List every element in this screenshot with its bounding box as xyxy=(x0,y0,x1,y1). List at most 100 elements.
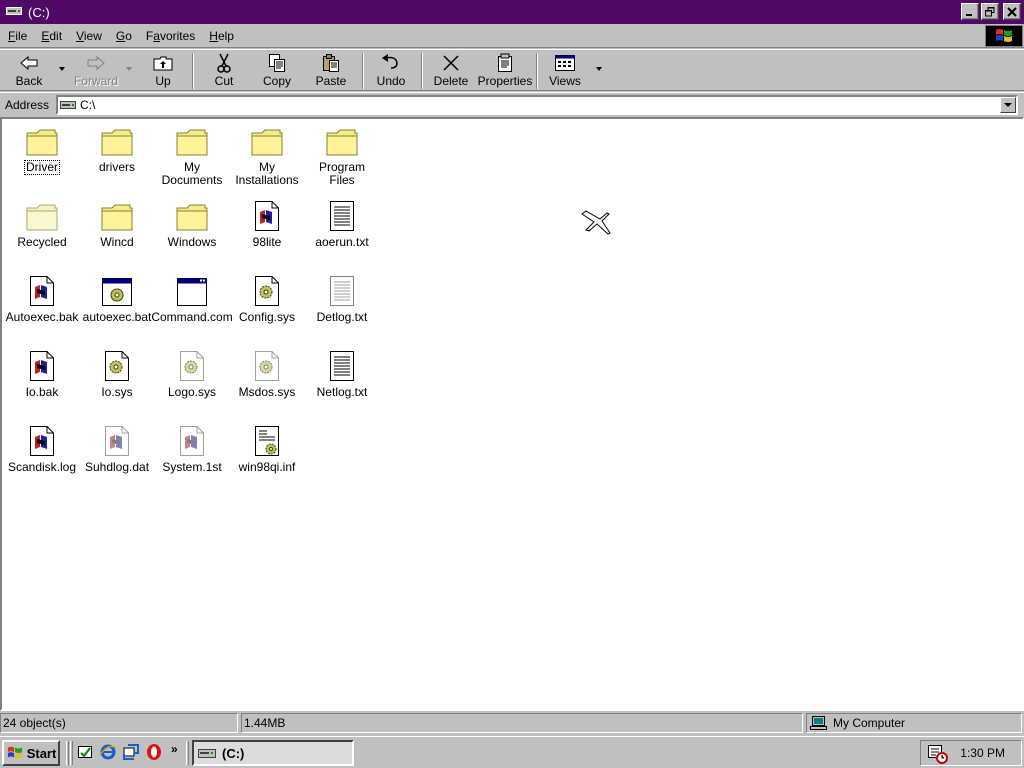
address-bar: Address C:\ xyxy=(0,92,1024,116)
file-item-detlog-txt[interactable]: Detlog.txt xyxy=(304,271,380,324)
quick-launch-more-icon[interactable]: » xyxy=(171,742,178,756)
copy-icon xyxy=(269,54,285,72)
toolbar: Back Forward Up Cut Copy Paste Undo Dele… xyxy=(0,49,1024,91)
system-tray: 1:30 PM xyxy=(920,740,1022,766)
menu-file[interactable]: File xyxy=(2,29,33,43)
back-dropdown[interactable] xyxy=(59,67,65,71)
paste-button[interactable]: Paste xyxy=(308,52,354,90)
system-file-icon xyxy=(254,271,280,307)
internet-explorer-icon[interactable] xyxy=(99,743,117,761)
restore-button[interactable] xyxy=(981,3,999,20)
back-button[interactable]: Back xyxy=(8,52,50,90)
windows-flag-icon xyxy=(996,29,1012,42)
windows-logo xyxy=(985,25,1023,47)
menu-edit[interactable]: Edit xyxy=(35,29,68,43)
windows-file-icon xyxy=(29,346,55,382)
taskbar: Start » (C:) 1:30 PM xyxy=(0,736,1024,768)
file-item-my-installations[interactable]: My Installations xyxy=(229,121,305,187)
scheduled-task-icon[interactable] xyxy=(927,743,949,768)
up-folder-icon xyxy=(153,56,173,71)
forward-button[interactable]: Forward xyxy=(72,52,120,90)
folder-icon xyxy=(175,121,209,157)
views-icon xyxy=(555,55,575,71)
opera-browser-icon[interactable] xyxy=(145,743,163,761)
file-item-config-sys[interactable]: Config.sys xyxy=(229,271,305,324)
close-icon xyxy=(1007,6,1017,17)
file-item-scandisk-log[interactable]: Scandisk.log xyxy=(4,421,80,474)
windows-file-icon xyxy=(254,196,280,232)
toolbar-separator xyxy=(362,53,364,89)
undo-icon xyxy=(382,54,398,69)
forward-dropdown[interactable] xyxy=(126,67,132,71)
menu-view[interactable]: View xyxy=(70,29,108,43)
file-item-logo-sys[interactable]: Logo.sys xyxy=(154,346,230,399)
system-file-icon xyxy=(179,346,205,382)
file-list-view[interactable]: Driver drivers My Documents My Installat… xyxy=(0,117,1024,711)
views-dropdown[interactable] xyxy=(596,67,602,71)
file-item-system-1st[interactable]: System.1st xyxy=(154,421,230,474)
delete-button[interactable]: Delete xyxy=(430,52,472,90)
taskbar-separator xyxy=(186,741,189,765)
status-zone: My Computer xyxy=(806,713,1022,733)
file-item-msdos-sys[interactable]: Msdos.sys xyxy=(229,346,305,399)
undo-button[interactable]: Undo xyxy=(370,52,412,90)
start-button[interactable]: Start xyxy=(2,740,60,766)
file-item-aoerun-txt[interactable]: aoerun.txt xyxy=(304,196,380,249)
file-item-my-documents[interactable]: My Documents xyxy=(154,121,230,187)
windows-file-icon xyxy=(104,421,130,457)
properties-button[interactable]: Properties xyxy=(478,52,532,90)
file-item-windows[interactable]: Windows xyxy=(154,196,230,249)
file-item-recycled[interactable]: Recycled xyxy=(4,196,80,249)
quick-launch-handle[interactable] xyxy=(70,741,73,765)
menu-go[interactable]: Go xyxy=(110,29,138,43)
text-file-icon xyxy=(329,196,355,232)
file-item-autoexec-bak[interactable]: Autoexec.bak xyxy=(4,271,80,324)
file-item-program-files[interactable]: Program Files xyxy=(304,121,380,187)
windows-file-icon xyxy=(29,271,55,307)
address-dropdown-button[interactable] xyxy=(1000,97,1016,113)
copy-button[interactable]: Copy xyxy=(256,52,298,90)
menu-bar: File Edit View Go Favorites Help xyxy=(0,24,1024,48)
show-desktop-icon[interactable] xyxy=(76,743,94,761)
window-title: (C:) xyxy=(28,4,50,20)
address-value: C:\ xyxy=(80,98,96,112)
status-object-count: 24 object(s) xyxy=(0,713,238,733)
folder-icon xyxy=(100,196,134,232)
address-input[interactable]: C:\ xyxy=(56,95,1018,115)
file-item-netlog-txt[interactable]: Netlog.txt xyxy=(304,346,380,399)
text-file-icon xyxy=(329,346,355,382)
file-item-io-bak[interactable]: Io.bak xyxy=(4,346,80,399)
file-item-win98qi-inf[interactable]: win98qi.inf xyxy=(229,421,305,474)
file-item-98lite[interactable]: 98lite xyxy=(229,196,305,249)
menu-help[interactable]: Help xyxy=(203,29,240,43)
scissors-icon xyxy=(217,53,231,73)
views-button[interactable]: Views xyxy=(544,52,586,90)
clock[interactable]: 1:30 PM xyxy=(960,746,1005,760)
forward-arrow-icon xyxy=(87,55,105,71)
menu-favorites[interactable]: Favorites xyxy=(140,29,201,43)
back-arrow-icon xyxy=(20,55,38,71)
batch-file-icon xyxy=(101,271,133,307)
close-button[interactable] xyxy=(1003,3,1021,20)
title-bar[interactable]: (C:) xyxy=(0,0,1024,24)
file-item-suhdlog-dat[interactable]: Suhdlog.dat xyxy=(79,421,155,474)
file-item-io-sys[interactable]: Io.sys xyxy=(79,346,155,399)
outlook-express-icon[interactable] xyxy=(122,743,140,761)
address-label: Address xyxy=(5,97,50,112)
delete-x-icon xyxy=(443,55,459,71)
minimize-button[interactable] xyxy=(961,3,979,20)
file-item-command-com[interactable]: Command.com xyxy=(151,271,233,324)
file-item-wincd[interactable]: Wincd xyxy=(79,196,155,249)
file-item-drivers[interactable]: drivers xyxy=(79,121,155,174)
file-item-autoexec-bat[interactable]: autoexec.bat xyxy=(79,271,155,324)
file-item-driver[interactable]: Driver xyxy=(4,121,80,175)
chevron-down-icon xyxy=(1004,102,1012,107)
status-size: 1.44MB xyxy=(241,713,803,733)
folder-icon xyxy=(250,121,284,157)
drive-icon xyxy=(198,749,216,758)
up-button[interactable]: Up xyxy=(142,52,184,90)
drive-icon xyxy=(6,5,22,19)
program-icon xyxy=(176,271,208,307)
cut-button[interactable]: Cut xyxy=(203,52,245,90)
task-button-c-drive[interactable]: (C:) xyxy=(192,740,354,766)
